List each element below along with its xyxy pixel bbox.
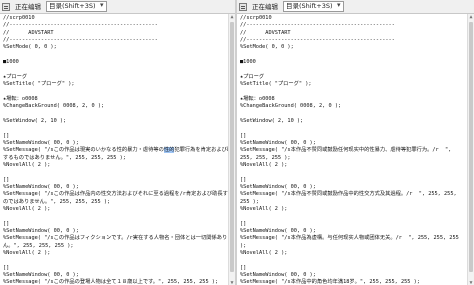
right-scroll-thumb[interactable] xyxy=(469,22,473,272)
code-line[interactable]: %SetWindow( 2, 10 ); xyxy=(240,118,474,125)
code-line[interactable] xyxy=(3,213,235,220)
code-line[interactable] xyxy=(240,125,474,132)
code-line[interactable]: %SetMessage( "/s本作品不赞同或鼓励任何现实中的性暴力、虐待等犯罪… xyxy=(240,147,474,154)
code-line[interactable]: %NovelAll( 2 ); xyxy=(240,162,474,169)
index-select[interactable]: 目录(Shift+3S) xyxy=(46,1,107,12)
code-line[interactable]: ■1000 xyxy=(240,59,474,66)
code-line[interactable] xyxy=(3,125,235,132)
code-line[interactable]: %SetMessage( "/sこの作品は作品内の性交方法およびそれに至る過程を… xyxy=(3,191,235,198)
code-line[interactable]: %NovelAll( 2 ); xyxy=(240,206,474,213)
code-line[interactable] xyxy=(3,257,235,264)
code-line[interactable] xyxy=(3,88,235,95)
edit-mode-button[interactable]: 正在编辑 xyxy=(250,2,280,12)
code-line[interactable]: %SetMessage( "/sこの作品はフィクションです。/r実在する人物名・… xyxy=(3,235,235,242)
right-toolbar: 正在编辑 目录(Shift+3S) xyxy=(237,0,474,14)
left-toolbar: 正在编辑 目录(Shift+3S) xyxy=(0,0,235,14)
code-line[interactable]: %NovelAll( 2 ); xyxy=(3,250,235,257)
code-line[interactable]: [] xyxy=(240,177,474,184)
menu-icon[interactable] xyxy=(2,2,10,11)
code-line[interactable]: [] xyxy=(3,221,235,228)
code-line[interactable]: %SetTitle( "プローグ" ); xyxy=(3,81,235,88)
code-line[interactable]: %SetMessage( "/s本作品為虚構。与任何现实人物或团体无关。/r "… xyxy=(240,235,474,242)
code-line[interactable]: %NovelAll( 2 ); xyxy=(3,206,235,213)
left-scrollbar[interactable]: ▲ ▼ xyxy=(228,14,235,285)
right-scrollbar[interactable]: ▲ ▼ xyxy=(467,14,474,285)
code-line[interactable]: %SetWindow( 2, 10 ); xyxy=(3,118,235,125)
code-line[interactable]: %SetMode( 0, 0 ); xyxy=(240,44,474,51)
code-line[interactable]: %SetMessage( "/s本作品中的角色均年滿18岁。", 255, 25… xyxy=(240,279,474,285)
code-line[interactable]: %SetMessage( "/s本作品不赞同或鼓励作品中的性交方式及其過程。/r… xyxy=(240,191,474,198)
code-line[interactable]: //--------------------------------------… xyxy=(3,37,235,44)
right-code-editor[interactable]: //scrp0010//----------------------------… xyxy=(237,14,474,285)
code-line[interactable]: %ChangeBackGround( 0008, 2, 0 ); xyxy=(3,103,235,110)
code-line[interactable]: [] xyxy=(3,177,235,184)
code-line[interactable]: [] xyxy=(3,265,235,272)
code-line[interactable]: %SetTitle( "プローグ" ); xyxy=(240,81,474,88)
code-line[interactable]: ん。", 255, 255, 255 ); xyxy=(3,243,235,250)
code-line[interactable]: //--------------------------------------… xyxy=(240,37,474,44)
left-editor-pane[interactable]: 正在编辑 目录(Shift+3S) //scrp0010//----------… xyxy=(0,0,235,285)
code-line[interactable] xyxy=(240,110,474,117)
code-line[interactable]: ★プローグ xyxy=(3,74,235,81)
code-line[interactable]: %SetMode( 0, 0 ); xyxy=(3,44,235,51)
code-line[interactable]: 255 ); xyxy=(240,199,474,206)
selected-text[interactable]: 性的 xyxy=(163,147,175,154)
code-line[interactable]: [] xyxy=(240,221,474,228)
index-select[interactable]: 目录(Shift+3S) xyxy=(283,1,344,12)
right-editor-pane[interactable]: 正在编辑 目录(Shift+3S) //scrp0010//----------… xyxy=(237,0,474,285)
menu-icon[interactable] xyxy=(239,2,247,11)
code-line[interactable]: //scrp0010 xyxy=(3,15,235,22)
code-line[interactable]: 255, 255, 255 ); xyxy=(240,155,474,162)
code-line[interactable]: %NovelAll( 2 ); xyxy=(240,250,474,257)
code-line[interactable] xyxy=(240,52,474,59)
code-line[interactable]: // ADVSTART xyxy=(3,30,235,37)
code-line[interactable]: %NovelAll( 2 ); xyxy=(3,162,235,169)
code-line[interactable] xyxy=(3,169,235,176)
code-line[interactable]: %SetMessage( "/sこの作品は現実のいかなる性的暴力・虐待等の性的犯… xyxy=(3,147,235,154)
code-line[interactable]: ★場転：o0008 xyxy=(3,96,235,103)
code-line[interactable] xyxy=(3,66,235,73)
code-line[interactable]: ■1000 xyxy=(3,59,235,66)
code-line[interactable]: //--------------------------------------… xyxy=(3,22,235,29)
code-line[interactable]: //--------------------------------------… xyxy=(240,22,474,29)
code-line[interactable] xyxy=(240,257,474,264)
code-line[interactable]: // ADVSTART xyxy=(240,30,474,37)
code-line[interactable]: のではありません。", 255, 255, 255 ); xyxy=(3,199,235,206)
code-line[interactable]: するものではありません。", 255, 255, 255 ); xyxy=(3,155,235,162)
code-line[interactable]: [] xyxy=(3,133,235,140)
code-line[interactable] xyxy=(240,213,474,220)
scroll-up-icon[interactable]: ▲ xyxy=(468,14,474,20)
left-scroll-thumb[interactable] xyxy=(230,22,234,272)
code-line[interactable]: ★場転：o0008 xyxy=(240,96,474,103)
code-line[interactable] xyxy=(240,169,474,176)
left-code-text[interactable]: //scrp0010//----------------------------… xyxy=(0,14,235,285)
code-line[interactable] xyxy=(240,88,474,95)
code-line[interactable] xyxy=(3,52,235,59)
code-line[interactable]: [] xyxy=(240,133,474,140)
code-line[interactable]: ); xyxy=(240,243,474,250)
code-line[interactable]: ★プローグ xyxy=(240,74,474,81)
code-line[interactable]: //scrp0010 xyxy=(240,15,474,22)
code-line[interactable] xyxy=(3,110,235,117)
code-line[interactable]: %ChangeBackGround( 0008, 2, 0 ); xyxy=(240,103,474,110)
code-line[interactable] xyxy=(240,66,474,73)
scroll-down-icon[interactable]: ▼ xyxy=(468,280,474,285)
code-line[interactable]: %SetMessage( "/sこの作品の登場人物は全て１８歳以上です。", 2… xyxy=(3,279,235,285)
right-code-text[interactable]: //scrp0010//----------------------------… xyxy=(237,14,474,285)
edit-mode-button[interactable]: 正在编辑 xyxy=(13,2,43,12)
left-code-editor[interactable]: //scrp0010//----------------------------… xyxy=(0,14,235,285)
code-line[interactable]: [] xyxy=(240,265,474,272)
